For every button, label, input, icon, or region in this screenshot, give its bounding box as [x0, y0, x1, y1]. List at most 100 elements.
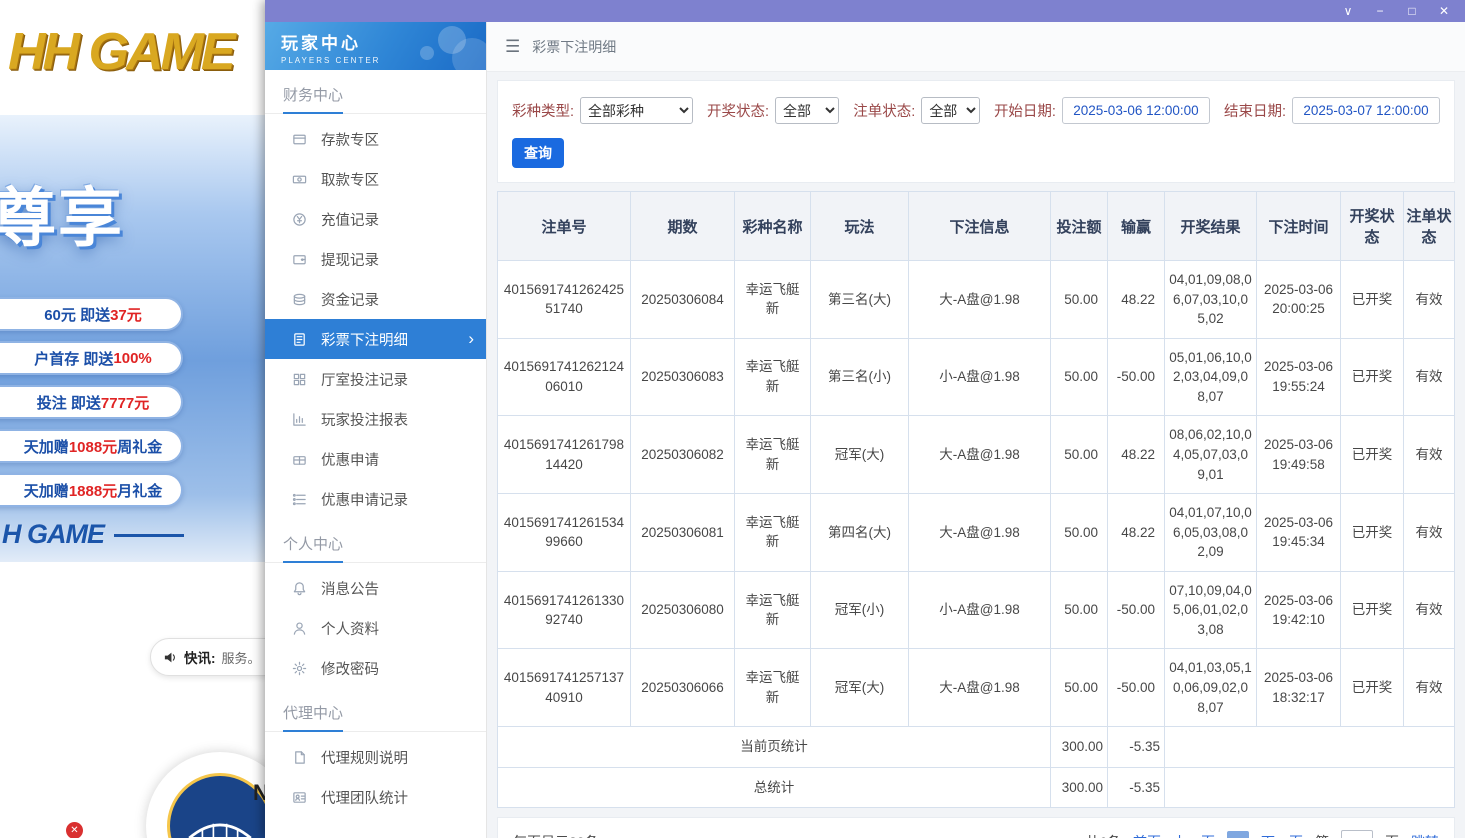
message-icon	[291, 580, 307, 596]
current-page[interactable]: 1	[1227, 831, 1249, 838]
sidebar-item-profile[interactable]: 个人资料	[265, 608, 486, 648]
cell-amount: 50.00	[1051, 261, 1108, 339]
end-date-label: 结束日期:	[1224, 100, 1286, 121]
cell-lottery: 幸运飞艇新	[735, 416, 811, 494]
cell-draw_status: 已开奖	[1341, 261, 1404, 339]
cell-bet_info: 小-A盘@1.98	[909, 571, 1051, 649]
cell-bet_status: 有效	[1404, 649, 1455, 727]
end-date-input[interactable]	[1292, 97, 1440, 124]
bet-table-card: 注单号期数彩种名称玩法下注信息投注额输赢开奖结果下注时间开奖状态注单状态 401…	[497, 191, 1455, 808]
close-badge-icon[interactable]: ✕	[66, 822, 83, 838]
sidebar-item-password[interactable]: 修改密码	[265, 648, 486, 688]
cell-time: 2025-03-06 20:00:25	[1257, 261, 1341, 339]
cell-bet_no: 401569174126242551740	[498, 261, 631, 339]
sidebar-subtitle: PLAYERS CENTER	[281, 56, 486, 65]
sidebar-item-funds[interactable]: 资金记录	[265, 279, 486, 319]
start-date-input[interactable]	[1062, 97, 1210, 124]
bet-status-select[interactable]: 全部	[921, 97, 980, 124]
draw-status-label: 开奖状态:	[707, 100, 769, 121]
sidebar-item-deposit[interactable]: 存款专区	[265, 119, 486, 159]
summary-empty	[1165, 767, 1455, 808]
sidebar-item-label: 优惠申请记录	[321, 489, 408, 510]
section-title: 个人中心	[265, 519, 486, 563]
cell-bet_no: 401569174126212406010	[498, 338, 631, 416]
cell-winloss: -50.00	[1108, 338, 1165, 416]
filter-row: 彩种类型: 全部彩种 开奖状态: 全部 注单状态: 全部 开始日期: 结束日期:	[512, 97, 1440, 124]
cell-result: 04,01,03,05,10,06,09,02,08,07	[1165, 649, 1257, 727]
cell-lottery: 幸运飞艇新	[735, 649, 811, 727]
sidebar-item-label: 提现记录	[321, 249, 379, 270]
column-header: 期数	[631, 192, 735, 261]
topbar: ☰ 彩票下注明细	[487, 22, 1465, 72]
sidebar-item-label: 代理规则说明	[321, 747, 408, 768]
deposit-icon	[291, 131, 307, 147]
cell-bet_status: 有效	[1404, 338, 1455, 416]
search-button[interactable]: 查询	[512, 138, 564, 168]
cell-time: 2025-03-06 19:49:58	[1257, 416, 1341, 494]
sidebar-item-bet-report[interactable]: 玩家投注报表	[265, 399, 486, 439]
summary-winloss: -5.35	[1108, 727, 1165, 768]
pill-text: 60元 即送	[44, 304, 110, 325]
column-header: 彩种名称	[735, 192, 811, 261]
lottery-type-select[interactable]: 全部彩种	[580, 97, 693, 124]
cell-bet_status: 有效	[1404, 571, 1455, 649]
next-page-link[interactable]: 下一页	[1261, 832, 1303, 838]
cell-result: 07,10,09,04,05,06,01,02,03,08	[1165, 571, 1257, 649]
draw-status-select[interactable]: 全部	[775, 97, 839, 124]
sidebar-item-label: 个人资料	[321, 618, 379, 639]
jump-button[interactable]: 跳转	[1411, 832, 1439, 838]
sidebar-item-message[interactable]: 消息公告	[265, 568, 486, 608]
sidebar-item-promo[interactable]: 优惠申请	[265, 439, 486, 479]
jump-label-post: 页	[1385, 832, 1399, 838]
promo-pill: 户首存 即送100%	[0, 341, 183, 375]
column-header: 注单状态	[1404, 192, 1455, 261]
cell-result: 05,01,06,10,02,03,04,09,08,07	[1165, 338, 1257, 416]
cell-bet_info: 大-A盘@1.98	[909, 261, 1051, 339]
sidebar-item-agent-team[interactable]: 代理团队统计	[265, 777, 486, 817]
sidebar-item-lottery-detail[interactable]: 彩票下注明细	[265, 319, 486, 359]
cell-winloss: -50.00	[1108, 649, 1165, 727]
cell-bet_no: 401569174125713740910	[498, 649, 631, 727]
cell-bet_info: 大-A盘@1.98	[909, 416, 1051, 494]
cell-bet_no: 401569174126153499660	[498, 494, 631, 572]
lottery-type-label: 彩种类型:	[512, 100, 574, 121]
minimize-icon[interactable]: −	[1373, 5, 1387, 17]
cell-play: 第三名(大)	[811, 261, 909, 339]
table-row: 40156917412613309274020250306080幸运飞艇新冠军(…	[498, 571, 1455, 649]
cell-time: 2025-03-06 18:32:17	[1257, 649, 1341, 727]
table-row: 40156917412621240601020250306083幸运飞艇新第三名…	[498, 338, 1455, 416]
prev-page-link[interactable]: 上一页	[1173, 832, 1215, 838]
sidebar-item-label: 存款专区	[321, 129, 379, 150]
close-icon[interactable]: ✕	[1437, 5, 1451, 17]
profile-icon	[291, 620, 307, 636]
table-row: 40156917412624255174020250306084幸运飞艇新第三名…	[498, 261, 1455, 339]
filter-panel: 彩种类型: 全部彩种 开奖状态: 全部 注单状态: 全部 开始日期: 结束日期:…	[497, 80, 1455, 183]
sidebar-item-agent-rules[interactable]: 代理规则说明	[265, 737, 486, 777]
speaker-icon	[163, 650, 178, 665]
cell-play: 第三名(小)	[811, 338, 909, 416]
sidebar-item-label: 取款专区	[321, 169, 379, 190]
chevron-down-icon[interactable]: ∨	[1341, 5, 1355, 17]
decoration-bubble	[438, 26, 466, 54]
section-title: 代理中心	[265, 688, 486, 732]
first-page-link[interactable]: 首页	[1133, 832, 1161, 838]
maximize-icon[interactable]: □	[1405, 5, 1419, 17]
window-titlebar: ∨ − □ ✕	[265, 0, 1465, 22]
sidebar-item-label: 彩票下注明细	[321, 329, 408, 350]
promo-pill: 60元 即送37元	[0, 297, 183, 331]
content: 彩种类型: 全部彩种 开奖状态: 全部 注单状态: 全部 开始日期: 结束日期:…	[487, 72, 1465, 838]
sidebar-item-withdraw[interactable]: 取款专区	[265, 159, 486, 199]
sidebar-item-cashout[interactable]: 提现记录	[265, 239, 486, 279]
page-jump-input[interactable]	[1341, 830, 1373, 838]
cell-result: 04,01,07,10,06,05,03,08,02,09	[1165, 494, 1257, 572]
sidebar-item-hall-record[interactable]: 厅室投注记录	[265, 359, 486, 399]
sidebar-item-recharge[interactable]: 充值记录	[265, 199, 486, 239]
promo-pills: 60元 即送37元户首存 即送100%投注 即送7777元天加赠1088元周礼金…	[0, 297, 183, 507]
menu-icon[interactable]: ☰	[505, 37, 520, 57]
ticker-text: 服务。	[222, 648, 261, 667]
pagination-bar: 每页显示20条 共6条 首页 上一页 1 下一页 第 页 跳转	[497, 817, 1455, 838]
sidebar-item-promo-record[interactable]: 优惠申请记录	[265, 479, 486, 519]
cell-period: 20250306083	[631, 338, 735, 416]
sidebar-item-label: 玩家投注报表	[321, 409, 408, 430]
sidebar-item-label: 充值记录	[321, 209, 379, 230]
